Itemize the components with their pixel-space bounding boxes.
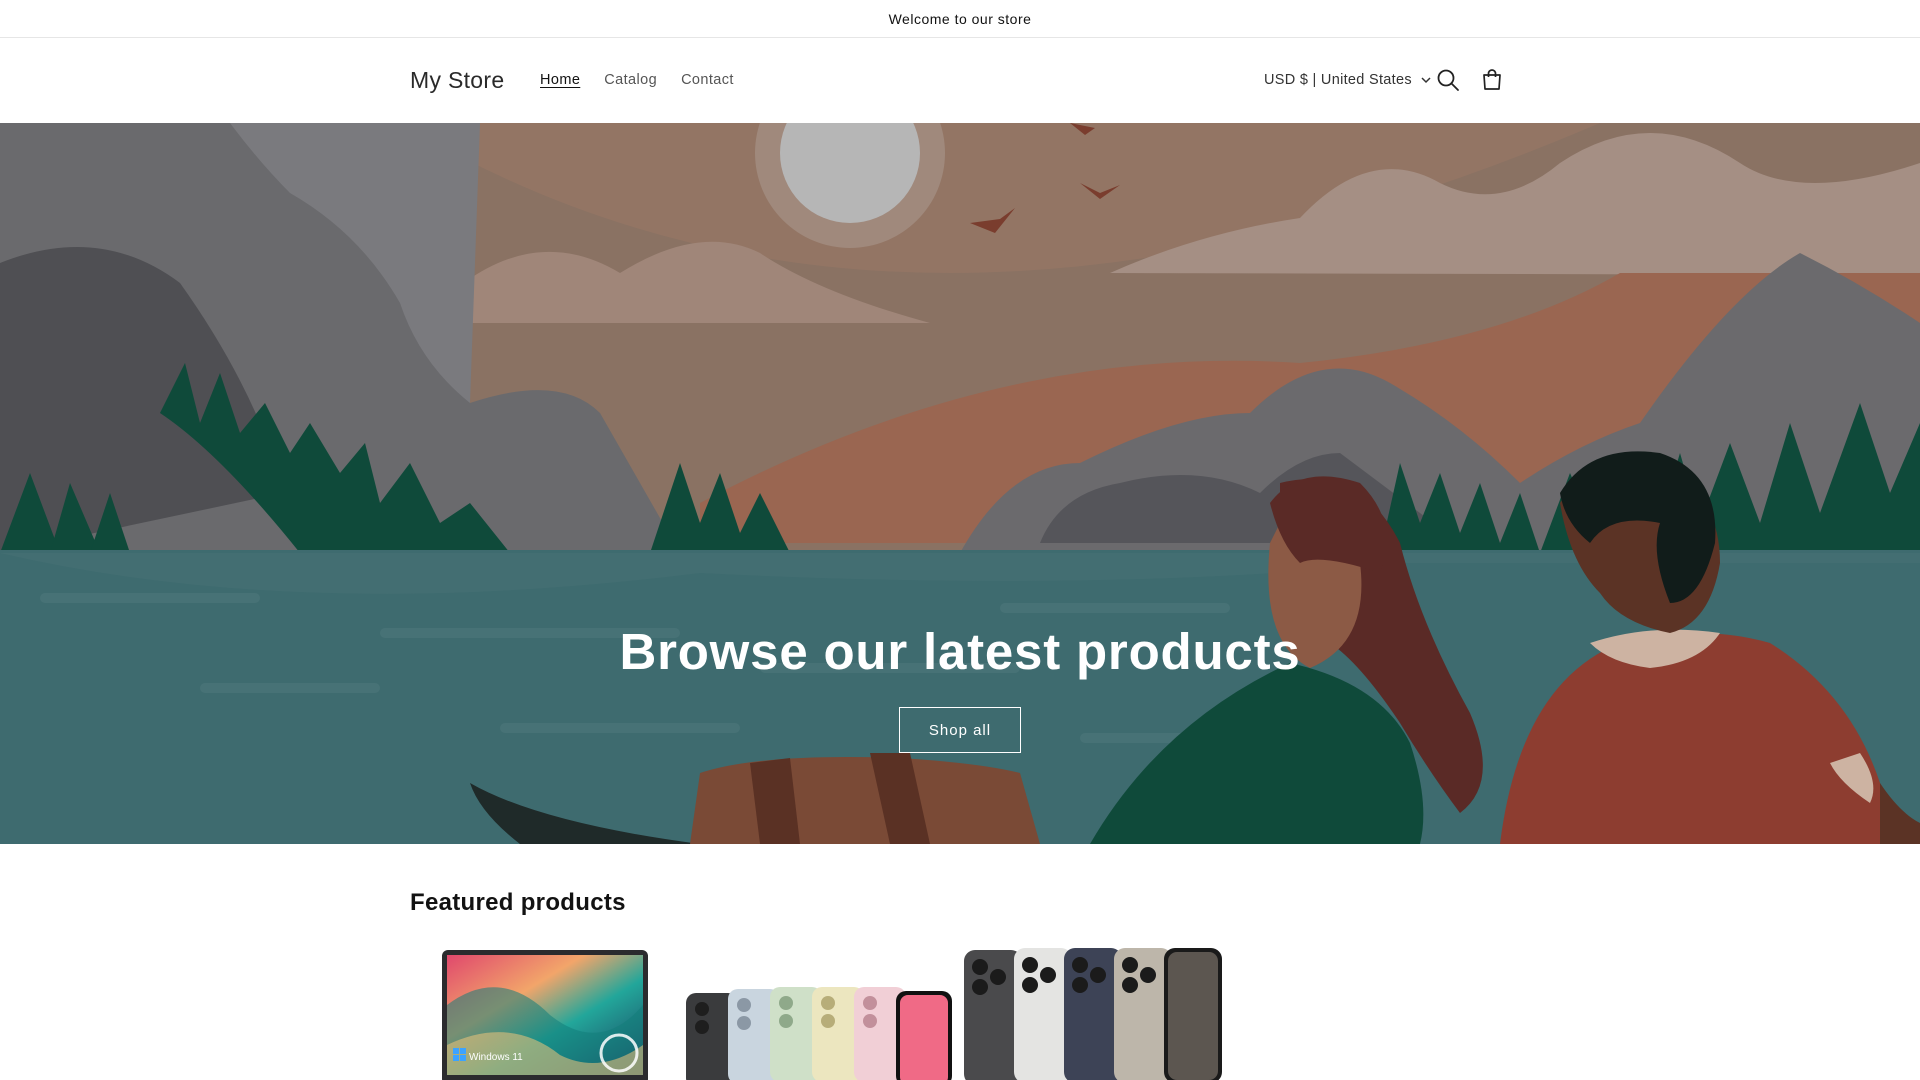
store-logo[interactable]: My Store [410,67,504,94]
announcement-text: Welcome to our store [888,10,1032,27]
site-header: My Store Home Catalog Contact USD $ | Un… [0,39,1920,123]
colorful-phones-image [686,987,952,1080]
chevron-down-icon [1421,77,1431,84]
shop-all-button[interactable]: Shop all [899,707,1021,753]
hero-banner: Browse our latest products Shop all [0,123,1920,844]
featured-products-title: Featured products [410,889,626,916]
cart-icon[interactable] [1478,66,1506,94]
product-card-laptop[interactable]: Windows 11 [410,945,680,1080]
nav-contact[interactable]: Contact [681,72,734,88]
nav-catalog[interactable]: Catalog [604,72,657,88]
product-card-colorful-phones[interactable] [686,945,956,1080]
product-card-titanium-phones[interactable] [962,945,1232,1080]
search-icon[interactable] [1434,66,1462,94]
hero-title: Browse our latest products [619,623,1301,680]
announcement-bar: Welcome to our store [0,0,1920,38]
nav-home[interactable]: Home [540,72,580,88]
main-nav: Home Catalog Contact [540,72,758,88]
laptop-image: Windows 11 [442,950,648,1080]
currency-selector[interactable]: USD $ | United States [1264,72,1432,88]
titanium-phones-image [964,948,1222,1080]
currency-label: USD $ | United States [1264,72,1412,88]
windows-badge-text: Windows 11 [469,1052,523,1063]
